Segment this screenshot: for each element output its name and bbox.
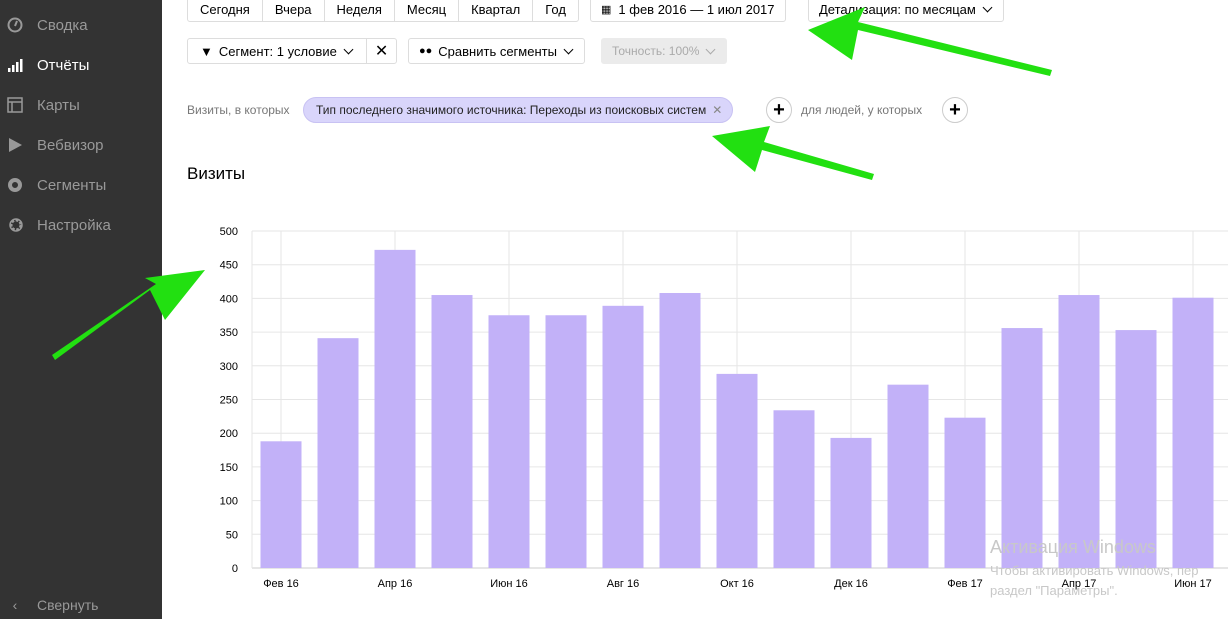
x-tick-label: Апр 16	[378, 578, 413, 590]
y-tick-label: 500	[220, 226, 238, 238]
y-tick-label: 200	[220, 428, 238, 440]
bar-Фев 16	[260, 441, 302, 568]
bar-Апр 16	[374, 249, 416, 568]
bar-Июн 16	[488, 315, 530, 568]
y-tick-label: 400	[220, 293, 238, 305]
x-tick-label: Авг 16	[607, 578, 639, 590]
y-tick-label: 450	[220, 260, 238, 272]
watermark-line2: раздел "Параметры".	[990, 583, 1118, 598]
y-tick-label: 350	[220, 327, 238, 339]
bar-Авг 16	[602, 305, 644, 568]
y-tick-label: 0	[232, 563, 238, 575]
y-tick-label: 100	[220, 496, 238, 508]
bar-Апр 17	[1058, 295, 1100, 568]
x-tick-label: Окт 16	[720, 578, 754, 590]
y-tick-label: 300	[220, 361, 238, 373]
bar-Фев 17	[944, 417, 986, 568]
x-tick-label: Июн 16	[490, 578, 528, 590]
bar-Июл 16	[545, 315, 587, 568]
watermark-line1: Чтобы активировать Windows, пер	[990, 563, 1199, 578]
bar-Сен 16	[659, 293, 701, 568]
x-tick-label: Фев 16	[263, 578, 299, 590]
watermark-title: Активация Windows	[990, 537, 1156, 557]
x-tick-label: Фев 17	[947, 578, 983, 590]
bar-Окт 16	[716, 373, 758, 568]
x-tick-label: Дек 16	[834, 578, 868, 590]
bar-Июн 17	[1172, 297, 1214, 568]
bar-Май 17	[1115, 330, 1157, 568]
bar-Янв 17	[887, 384, 929, 568]
y-tick-label: 150	[220, 462, 238, 474]
x-tick-label: Июн 17	[1174, 578, 1212, 590]
bar-Мар 17	[1001, 328, 1043, 568]
bar-Ноя 16	[773, 410, 815, 568]
bar-Май 16	[431, 295, 473, 568]
bar-Мар 16	[317, 338, 359, 568]
visits-bar-chart: 0 50 100 150 200 250 300 350 400 450 500 Фев 16 Апр …	[220, 226, 1228, 590]
y-tick-label: 250	[220, 395, 238, 407]
bar-Дек 16	[830, 437, 872, 568]
y-tick-label: 50	[226, 529, 238, 541]
